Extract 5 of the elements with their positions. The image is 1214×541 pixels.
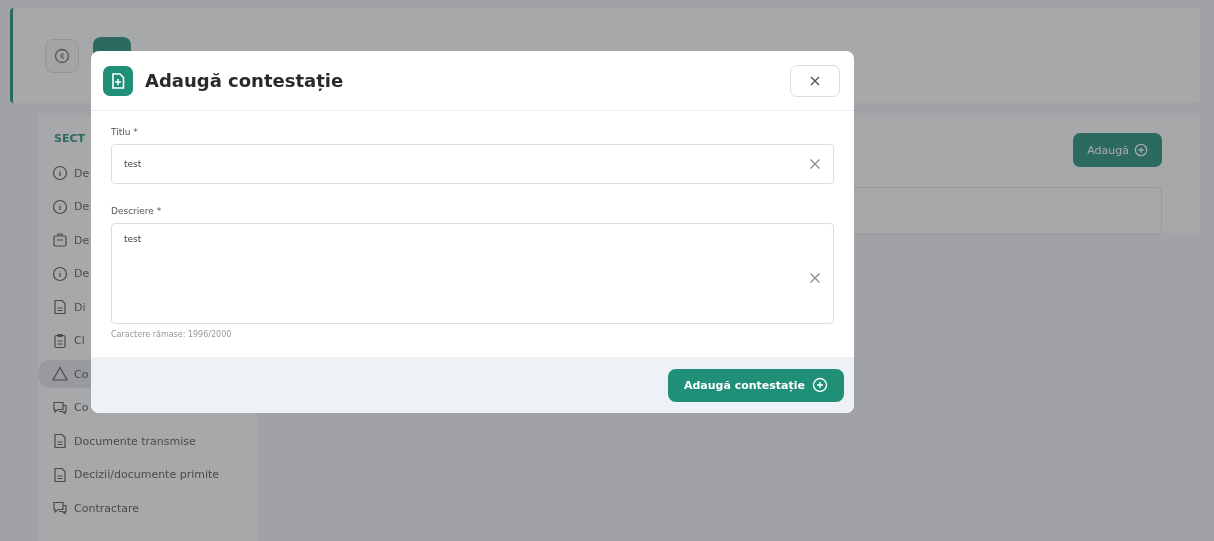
- field-label: Descriere *: [111, 206, 163, 216]
- character-counter: Caractere rămase: 1996/2000: [111, 330, 233, 339]
- dialog-title: Adaugă contestație: [145, 70, 345, 91]
- field-label: Titlu *: [111, 127, 139, 137]
- sidebar-heading: SECT: [53, 132, 86, 145]
